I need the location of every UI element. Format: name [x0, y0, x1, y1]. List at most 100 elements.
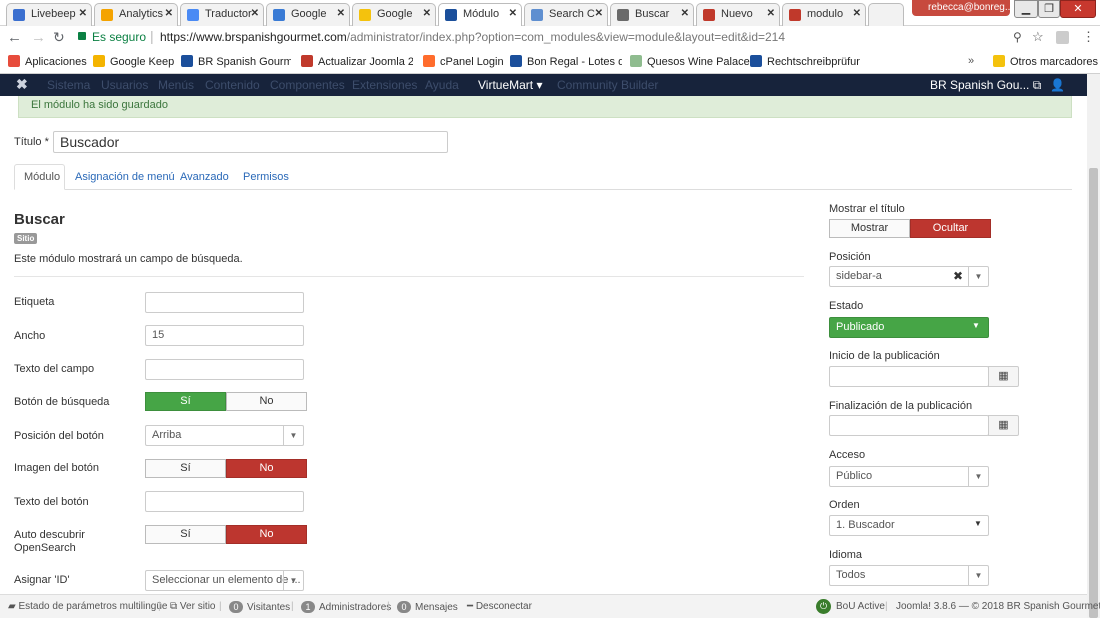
- back-icon[interactable]: ←: [7, 29, 22, 46]
- scrollbar-thumb[interactable]: [1089, 168, 1098, 618]
- other-bookmarks[interactable]: Otros marcadores: [993, 55, 1098, 68]
- boton-busqueda-no[interactable]: No: [226, 392, 307, 411]
- etiqueta-input[interactable]: [145, 292, 304, 313]
- joomla-logo-icon[interactable]: ✖: [16, 76, 28, 93]
- nav-menus[interactable]: Menús: [158, 78, 194, 92]
- browser-tab[interactable]: Traductor ✕: [180, 3, 264, 26]
- calendar-icon: [273, 9, 285, 21]
- imagen-boton-no[interactable]: No: [226, 459, 307, 478]
- bookmark-item[interactable]: BR Spanish Gourmet: [181, 55, 291, 68]
- close-tab-icon[interactable]: ✕: [767, 8, 775, 19]
- asignar-id-select[interactable]: Seleccionar un elemento de ... ▼: [145, 570, 304, 591]
- close-window-button[interactable]: ✕: [1060, 0, 1096, 18]
- bookmark-apps[interactable]: Aplicaciones: [8, 55, 87, 68]
- nav-community-builder[interactable]: Community Builder: [557, 78, 658, 92]
- show-title-mostrar[interactable]: Mostrar: [829, 219, 910, 238]
- close-tab-icon[interactable]: ✕: [251, 8, 259, 19]
- status-select[interactable]: Publicado ▼: [829, 317, 989, 338]
- user-icon[interactable]: 👤: [1050, 78, 1065, 92]
- star-icon[interactable]: ☆: [1032, 29, 1044, 45]
- texto-campo-input[interactable]: [145, 359, 304, 380]
- order-select[interactable]: 1. Buscador ▼: [829, 515, 989, 536]
- auto-opensearch-yes[interactable]: Sí: [145, 525, 226, 544]
- reload-icon[interactable]: ↻: [53, 29, 65, 46]
- imagen-boton-yes[interactable]: Sí: [145, 459, 226, 478]
- view-site-link[interactable]: ⧉ Ver sitio: [170, 601, 216, 612]
- title-input[interactable]: Buscador: [53, 131, 448, 153]
- calendar-icon[interactable]: ▦: [988, 415, 1019, 436]
- access-select[interactable]: Público ▼: [829, 466, 989, 487]
- close-tab-icon[interactable]: ✕: [595, 8, 603, 19]
- url-field[interactable]: Es seguro | https://www.brspanishgourmet…: [74, 28, 1064, 48]
- texto-boton-input[interactable]: [145, 491, 304, 512]
- bookmark-item[interactable]: Rechtschreibprüfung: [750, 55, 860, 68]
- tab-modulo[interactable]: Módulo: [14, 164, 65, 190]
- boton-busqueda-yes[interactable]: Sí: [145, 392, 226, 411]
- close-tab-icon[interactable]: ✕: [681, 8, 689, 19]
- minimize-button[interactable]: ▁: [1014, 0, 1038, 18]
- menu-icon[interactable]: ⋮: [1082, 29, 1095, 45]
- scrollbar[interactable]: [1087, 74, 1100, 618]
- browser-tab[interactable]: Livebeep ✕: [6, 3, 92, 26]
- bookmark-item[interactable]: Quesos Wine Palace: [630, 55, 750, 68]
- browser-tab[interactable]: Search C ✕: [524, 3, 608, 26]
- close-tab-icon[interactable]: ✕: [165, 8, 173, 19]
- bou-status[interactable]: ⏻ BoU Active: [816, 599, 885, 614]
- browser-tab[interactable]: Analytics ✕: [94, 3, 178, 26]
- bookmark-item[interactable]: Actualizar Joomla 2.5: [301, 55, 413, 68]
- url-text: https://www.brspanishgourmet.com/adminis…: [160, 30, 786, 44]
- clear-icon[interactable]: ✖: [953, 269, 963, 283]
- bookmark-item[interactable]: Google Keep: [93, 55, 174, 68]
- tab-permisos[interactable]: Permisos: [243, 171, 289, 183]
- success-message: El módulo ha sido guardado: [18, 96, 1072, 118]
- close-tab-icon[interactable]: ✕: [853, 8, 861, 19]
- browser-tab[interactable]: Google ✕: [266, 3, 350, 26]
- wine-icon: [630, 55, 642, 67]
- nav-virtuemart[interactable]: VirtueMart ▾: [478, 78, 543, 92]
- pdf-extension-icon[interactable]: [1056, 31, 1069, 44]
- browser-tab[interactable]: Buscar ✕: [610, 3, 694, 26]
- calendar-icon[interactable]: ▦: [988, 366, 1019, 387]
- show-title-ocultar[interactable]: Ocultar: [910, 219, 991, 238]
- zoom-icon[interactable]: ⚲: [1013, 30, 1022, 44]
- close-tab-icon[interactable]: ✕: [423, 8, 431, 19]
- maximize-button[interactable]: ❐: [1038, 0, 1060, 18]
- ancho-input[interactable]: 15: [145, 325, 304, 346]
- search-console-icon: [531, 9, 543, 21]
- admins-status[interactable]: 1 Administradores: [301, 601, 391, 613]
- profile-button[interactable]: rebecca@bonreg...: [912, 0, 1010, 16]
- multilang-status[interactable]: ▰ Estado de parámetros multilingüe: [8, 601, 167, 612]
- bookmark-item[interactable]: cPanel Login: [423, 55, 504, 68]
- visitors-status[interactable]: 0 Visitantes: [229, 601, 290, 613]
- tab-asignacion-menu[interactable]: Asignación de menú: [75, 171, 175, 183]
- admin-navbar: ✖ Sistema Usuarios Menús Contenido Compo…: [0, 74, 1087, 96]
- nav-componentes[interactable]: Componentes: [270, 78, 345, 92]
- nav-sistema[interactable]: Sistema: [47, 78, 90, 92]
- nav-ayuda[interactable]: Ayuda: [425, 78, 459, 92]
- browser-tab-active[interactable]: Módulo ✕: [438, 3, 522, 27]
- publish-down-input[interactable]: [829, 415, 989, 436]
- posicion-boton-select[interactable]: Arriba ▼: [145, 425, 304, 446]
- close-tab-icon[interactable]: ✕: [79, 8, 87, 19]
- nav-usuarios[interactable]: Usuarios: [101, 78, 148, 92]
- browser-tab[interactable]: modulo ✕: [782, 3, 866, 26]
- position-select[interactable]: sidebar-a ✖ ▼: [829, 266, 989, 287]
- forward-icon[interactable]: →: [31, 29, 46, 46]
- browser-tab[interactable]: Nuevo ✕: [696, 3, 780, 26]
- site-link[interactable]: BR Spanish Gou... ⧉: [930, 78, 1041, 93]
- logout-link[interactable]: ━ Desconectar: [467, 601, 532, 612]
- caret-down-icon: ▼: [968, 566, 988, 585]
- close-tab-icon[interactable]: ✕: [337, 8, 345, 19]
- nav-contenido[interactable]: Contenido: [205, 78, 260, 92]
- messages-status[interactable]: 0 Mensajes: [397, 601, 458, 613]
- language-select[interactable]: Todos ▼: [829, 565, 989, 586]
- tab-avanzado[interactable]: Avanzado: [180, 171, 229, 183]
- nav-extensiones[interactable]: Extensiones: [352, 78, 417, 92]
- publish-up-input[interactable]: [829, 366, 989, 387]
- auto-opensearch-no[interactable]: No: [226, 525, 307, 544]
- close-tab-icon[interactable]: ✕: [509, 8, 517, 19]
- new-tab-button[interactable]: [868, 3, 904, 26]
- browser-tab[interactable]: Google ✕: [352, 3, 436, 26]
- more-bookmarks-button[interactable]: »: [968, 55, 974, 67]
- bookmark-item[interactable]: Bon Regal - Lotes de: [510, 55, 622, 68]
